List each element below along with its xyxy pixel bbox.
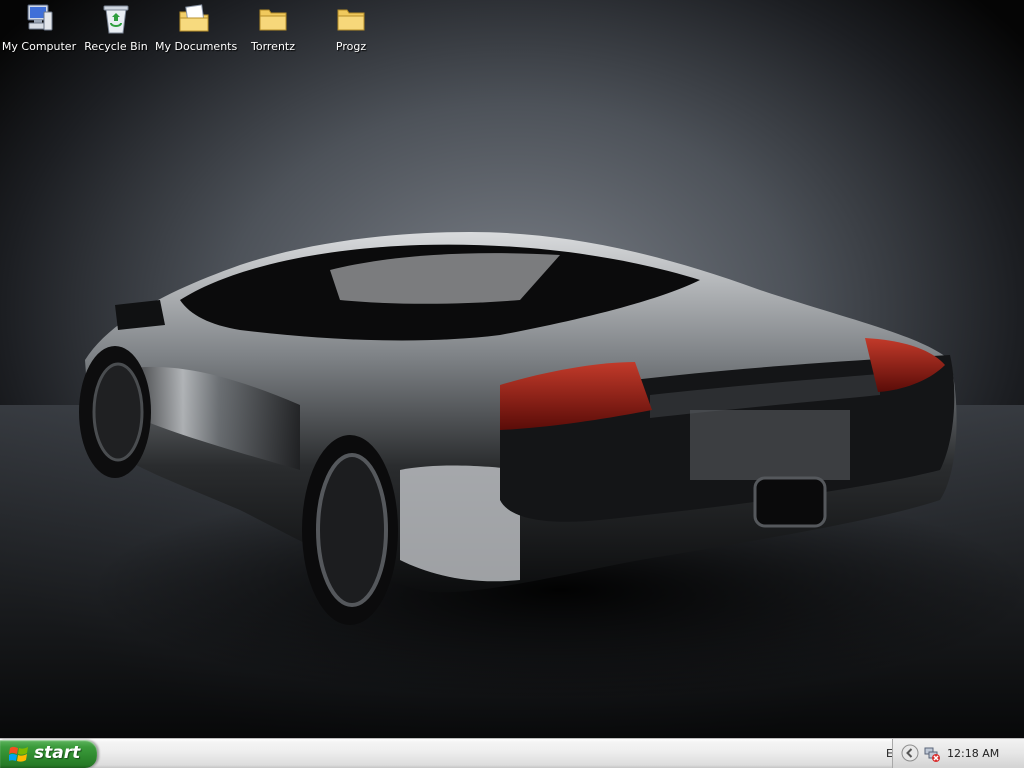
tray-expand-icon[interactable] — [901, 744, 919, 762]
clock[interactable]: 12:18 AM — [947, 747, 999, 760]
wallpaper-image — [0, 0, 1024, 738]
my-computer-icon — [27, 4, 53, 31]
desktop-icon-my-computer[interactable]: My Computer — [0, 0, 78, 60]
my-documents-icon — [179, 4, 209, 32]
desktop-icon-label: Torrentz — [250, 40, 296, 53]
desktop-icon-progz[interactable]: Progz — [312, 0, 390, 60]
start-label: start — [34, 743, 81, 763]
desktop-icon-my-documents[interactable]: My Documents — [155, 0, 238, 60]
desktop-icon-label: Progz — [335, 40, 367, 53]
desktop-icon-label: Recycle Bin — [84, 40, 148, 53]
desktop-icon-recycle-bin[interactable]: Recycle Bin — [77, 0, 155, 60]
system-tray: 12:18 AM — [892, 739, 1024, 768]
desktop: My Computer Recycle Bin My Documents Tor… — [0, 0, 1024, 738]
folder-icon — [337, 9, 365, 31]
desktop-icon-label: My Documents — [155, 40, 238, 53]
desktop-icon-label: My Computer — [1, 40, 77, 53]
start-button[interactable]: start — [0, 740, 97, 768]
recycle-bin-icon — [103, 5, 129, 34]
folder-icon — [259, 9, 287, 31]
desktop-icon-torrentz[interactable]: Torrentz — [234, 0, 312, 60]
taskbar: start EN 12:18 AM — [0, 738, 1024, 768]
windows-logo-icon — [9, 746, 28, 762]
network-status-icon[interactable] — [923, 745, 941, 763]
